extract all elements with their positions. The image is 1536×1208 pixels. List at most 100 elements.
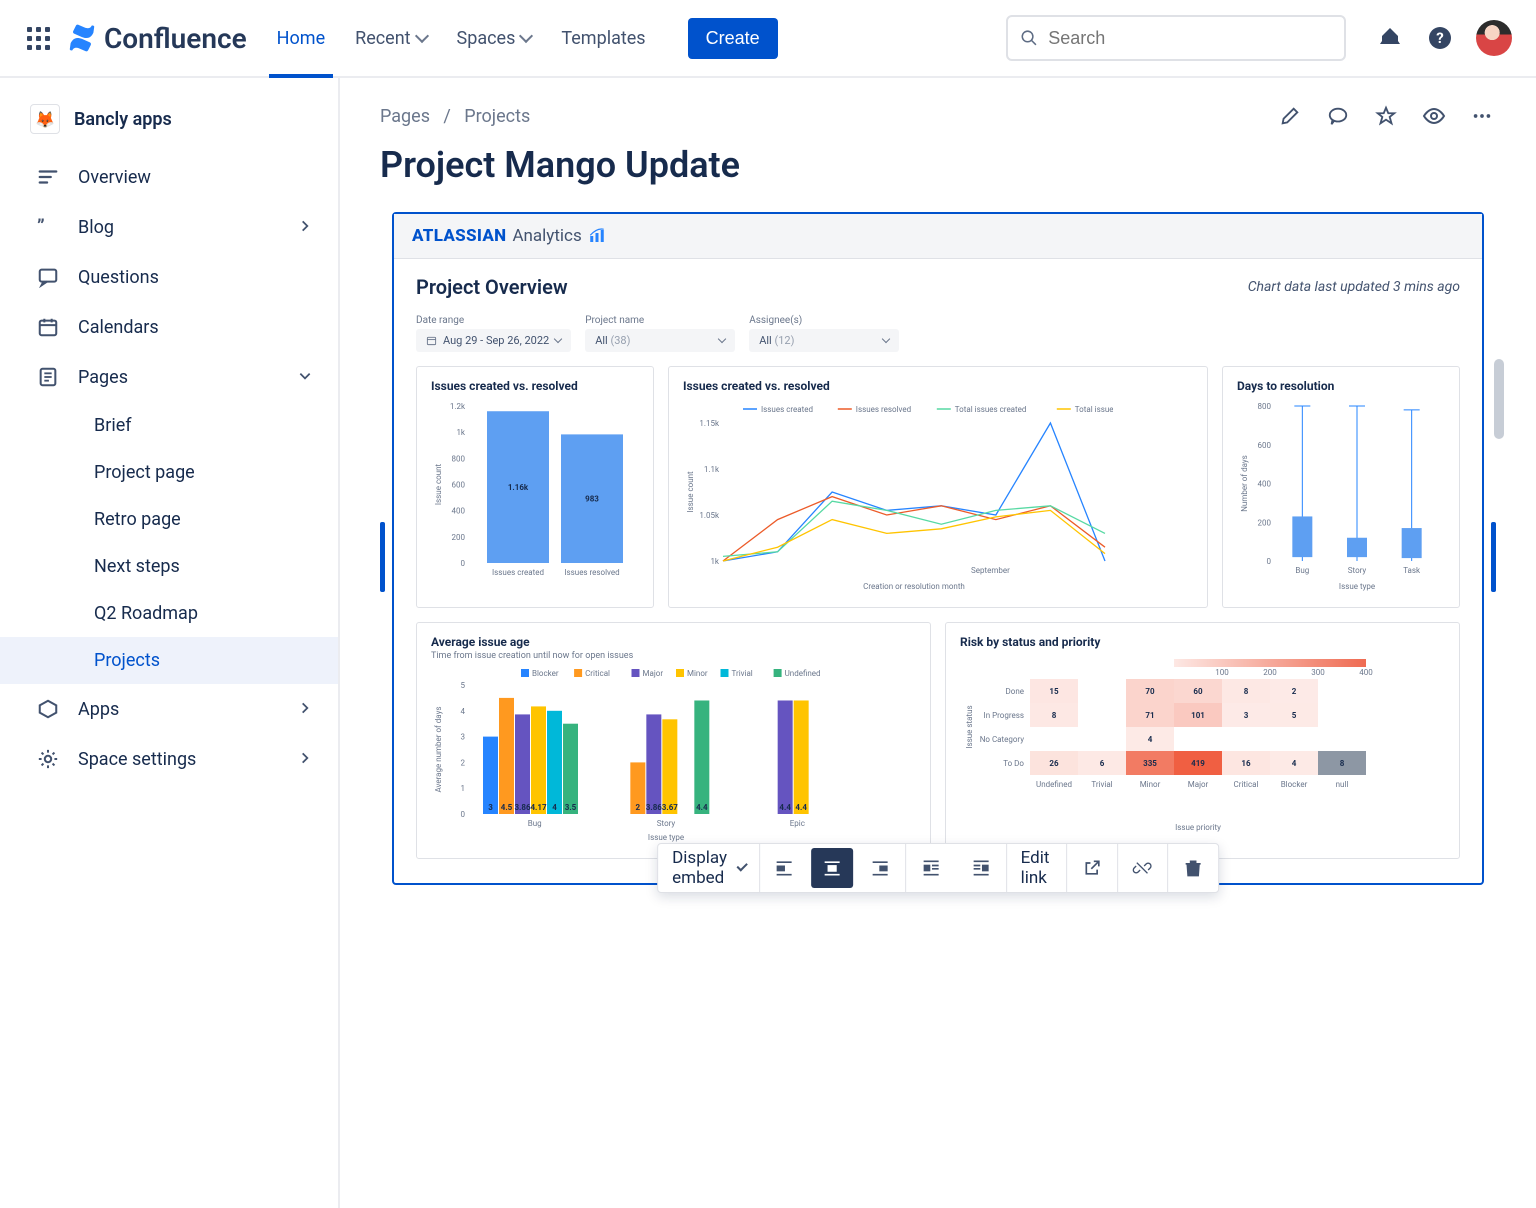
- sidebar-overview[interactable]: Overview: [0, 152, 338, 202]
- breadcrumb-pages[interactable]: Pages: [380, 106, 430, 127]
- edit-link-button[interactable]: Edit link: [1007, 844, 1067, 892]
- svg-text:71: 71: [1145, 711, 1154, 720]
- align-center-button[interactable]: [812, 848, 854, 888]
- top-nav: Confluence Home Recent Spaces Templates …: [0, 0, 1536, 78]
- svg-text:Issues resolved: Issues resolved: [564, 568, 619, 577]
- svg-text:Minor: Minor: [687, 669, 708, 678]
- svg-text:Done: Done: [1006, 687, 1024, 696]
- sidebar-item-label: Overview: [78, 167, 151, 188]
- svg-text:200: 200: [452, 533, 466, 542]
- chevron-down-icon: [736, 860, 747, 871]
- comment-icon[interactable]: [1324, 102, 1352, 130]
- search-box[interactable]: [1006, 15, 1346, 61]
- card-line: Issues created vs. resolved Issues creat…: [668, 366, 1208, 608]
- dashboard-title: Project Overview: [416, 275, 568, 299]
- confluence-icon: [68, 24, 96, 52]
- svg-text:16: 16: [1241, 759, 1251, 768]
- main-content: Pages / Projects Project Mango Update AT…: [340, 78, 1536, 1208]
- sidebar-sub-retro[interactable]: Retro page: [0, 496, 338, 543]
- svg-text:Critical: Critical: [1234, 780, 1259, 789]
- search-input[interactable]: [1048, 28, 1332, 49]
- star-icon[interactable]: [1372, 102, 1400, 130]
- svg-text:419: 419: [1191, 759, 1205, 768]
- analytics-embed[interactable]: ATLASSIAN Analytics Project Overview Cha…: [392, 212, 1484, 885]
- notifications-icon[interactable]: [1376, 24, 1404, 52]
- svg-text:null: null: [1336, 780, 1349, 789]
- create-button[interactable]: Create: [688, 18, 778, 59]
- resize-handle-right[interactable]: [1491, 522, 1496, 592]
- filter-date[interactable]: Aug 29 - Sep 26, 2022: [416, 329, 571, 352]
- svg-text:3.5: 3.5: [565, 803, 577, 812]
- svg-text:400: 400: [1258, 480, 1272, 489]
- svg-text:600: 600: [1258, 441, 1272, 450]
- box-chart: 0200400600800BugStoryTaskIssue typeNumbe…: [1237, 401, 1447, 591]
- embed-wrapper: ATLASSIAN Analytics Project Overview Cha…: [380, 212, 1496, 885]
- card-age: Average issue age Time from issue creati…: [416, 622, 931, 859]
- user-avatar[interactable]: [1476, 20, 1512, 56]
- svg-text:1.1k: 1.1k: [704, 465, 720, 474]
- space-header[interactable]: 🦊 Bancly apps: [0, 96, 338, 152]
- app-switcher-icon[interactable]: [24, 24, 52, 52]
- chevron-down-icon: [414, 29, 428, 43]
- more-icon[interactable]: [1468, 102, 1496, 130]
- nav-spaces[interactable]: Spaces: [457, 1, 532, 76]
- svg-text:Issue priority: Issue priority: [1175, 823, 1221, 832]
- unlink-button[interactable]: [1117, 844, 1167, 892]
- filter-project[interactable]: All (38): [585, 329, 735, 352]
- open-link-button[interactable]: [1067, 844, 1117, 892]
- align-left-button[interactable]: [760, 844, 810, 892]
- display-embed-button[interactable]: Display embed: [658, 844, 759, 892]
- breadcrumb-projects[interactable]: Projects: [464, 106, 530, 127]
- sidebar-blog[interactable]: ” Blog: [0, 202, 338, 252]
- nav-items: Home Recent Spaces Templates Create: [277, 1, 778, 76]
- svg-text:6: 6: [1100, 759, 1105, 768]
- product-logo[interactable]: Confluence: [68, 22, 247, 55]
- svg-text:1.2k: 1.2k: [450, 402, 466, 411]
- sidebar-settings[interactable]: Space settings: [0, 734, 338, 784]
- help-icon[interactable]: ?: [1426, 24, 1454, 52]
- svg-text:4.4: 4.4: [795, 803, 807, 812]
- sidebar-item-label: Apps: [78, 699, 119, 720]
- svg-text:1.16k: 1.16k: [508, 483, 529, 492]
- sidebar-sub-roadmap[interactable]: Q2 Roadmap: [0, 590, 338, 637]
- svg-text:Story: Story: [1348, 566, 1367, 575]
- svg-text:3: 3: [488, 803, 493, 812]
- card-title: Issues created vs. resolved: [431, 379, 639, 393]
- sidebar-calendars[interactable]: Calendars: [0, 302, 338, 352]
- resize-handle-left[interactable]: [380, 522, 385, 592]
- filter-assignee[interactable]: All (12): [749, 329, 899, 352]
- svg-text:5: 5: [1292, 711, 1297, 720]
- edit-icon[interactable]: [1276, 102, 1304, 130]
- sidebar-sub-next[interactable]: Next steps: [0, 543, 338, 590]
- svg-text:Story: Story: [657, 819, 676, 828]
- sidebar: 🦊 Bancly apps Overview ” Blog Questions …: [0, 78, 340, 1208]
- chevron-down-icon: [519, 29, 533, 43]
- sidebar-sub-brief[interactable]: Brief: [0, 402, 338, 449]
- brand-atlassian: ATLASSIAN: [412, 226, 506, 246]
- embed-scrollbar[interactable]: [1494, 359, 1504, 439]
- nav-recent[interactable]: Recent: [355, 1, 426, 76]
- sidebar-questions[interactable]: Questions: [0, 252, 338, 302]
- wrap-left-button[interactable]: [906, 844, 956, 892]
- align-right-button[interactable]: [856, 844, 906, 892]
- svg-text:0: 0: [461, 559, 466, 568]
- sidebar-sub-project-page[interactable]: Project page: [0, 449, 338, 496]
- svg-text:4: 4: [552, 803, 557, 812]
- nav-home[interactable]: Home: [277, 1, 325, 76]
- sidebar-apps[interactable]: Apps: [0, 684, 338, 734]
- sidebar-pages[interactable]: Pages: [0, 352, 338, 402]
- svg-text:300: 300: [1311, 668, 1325, 677]
- svg-text:Issues created: Issues created: [492, 568, 544, 577]
- breadcrumb: Pages / Projects: [380, 106, 530, 127]
- svg-text:8: 8: [1052, 711, 1057, 720]
- svg-text:Epic: Epic: [790, 819, 805, 828]
- svg-text:Total issues created: Total issues created: [955, 405, 1027, 414]
- watch-icon[interactable]: [1420, 102, 1448, 130]
- svg-text:1.05k: 1.05k: [699, 511, 720, 520]
- sidebar-sub-projects[interactable]: Projects: [0, 637, 338, 684]
- wrap-right-button[interactable]: [956, 844, 1006, 892]
- delete-button[interactable]: [1168, 844, 1218, 892]
- svg-text:4.4: 4.4: [696, 803, 708, 812]
- chevron-down-icon: [554, 335, 562, 343]
- nav-templates[interactable]: Templates: [561, 1, 645, 76]
